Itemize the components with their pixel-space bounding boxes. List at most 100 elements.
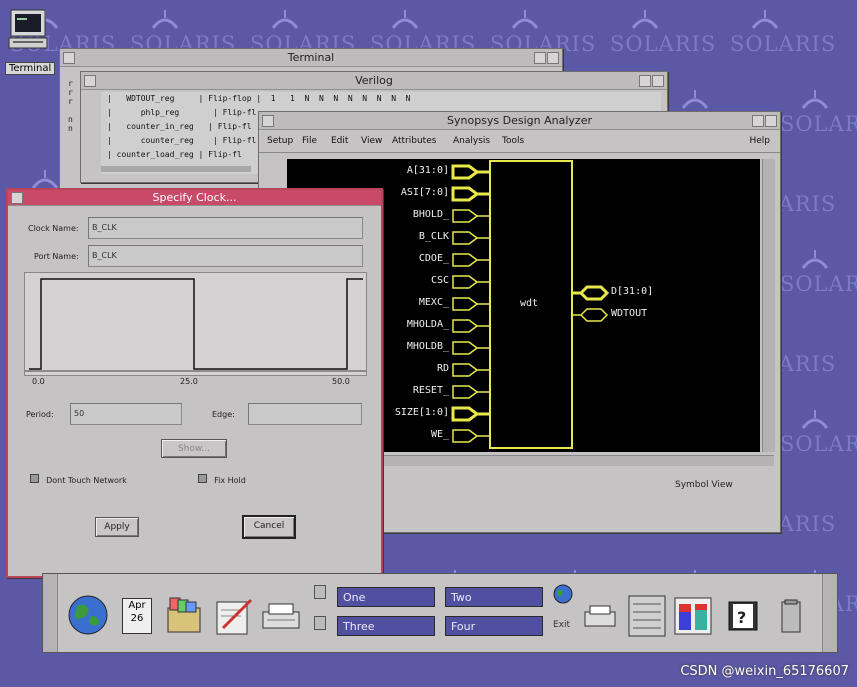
- cancel-button[interactable]: Cancel: [242, 515, 296, 539]
- menu-setup[interactable]: Setup: [267, 136, 293, 146]
- input-port-12[interactable]: [452, 429, 490, 443]
- vertical-scrollbar[interactable]: [762, 159, 775, 452]
- menu-file[interactable]: File: [302, 136, 317, 146]
- show-button[interactable]: Show...: [161, 439, 227, 458]
- menu-help[interactable]: Help: [749, 136, 770, 146]
- text-editor-icon[interactable]: [213, 594, 255, 638]
- window-menu-button[interactable]: [84, 75, 96, 87]
- output-port-0[interactable]: [572, 285, 610, 301]
- input-port-label: A[31:0]: [406, 165, 449, 176]
- input-port-11[interactable]: [451, 406, 490, 422]
- output-port-1[interactable]: [572, 308, 609, 322]
- performance-meter-icon[interactable]: [673, 596, 713, 636]
- verilog-titlebar[interactable]: Verilog: [81, 72, 667, 90]
- input-port-label: SIZE[1:0]: [394, 407, 449, 418]
- workspace-two-button[interactable]: Two: [445, 587, 543, 607]
- input-port-3[interactable]: [452, 231, 490, 245]
- menu-edit[interactable]: Edit: [331, 136, 348, 146]
- wallpaper-sun-mark: [801, 90, 829, 109]
- terminal-icon-label: Terminal: [5, 62, 56, 75]
- input-port-1[interactable]: [451, 186, 490, 202]
- input-port-label: MHOLDA_: [406, 319, 449, 330]
- specify-clock-titlebar[interactable]: Specify Clock...: [8, 190, 381, 206]
- input-port-8[interactable]: [452, 341, 490, 355]
- wallpaper-sun-mark: [31, 170, 59, 189]
- maximize-button[interactable]: [765, 115, 777, 127]
- edge-field[interactable]: [248, 403, 362, 425]
- window-menu-button[interactable]: [262, 115, 274, 127]
- printer-manager-icon[interactable]: [583, 604, 617, 632]
- specify-clock-dialog[interactable]: Specify Clock... Clock Name: B_CLK Port …: [6, 188, 383, 578]
- minimize-button[interactable]: [752, 115, 764, 127]
- tick-label-start: 0.0: [32, 377, 45, 386]
- apply-button[interactable]: Apply: [95, 517, 139, 537]
- input-port-10[interactable]: [452, 385, 490, 399]
- maximize-button[interactable]: [547, 52, 559, 64]
- help-icon[interactable]: ?: [725, 598, 761, 634]
- horizontal-scrollbar[interactable]: [101, 166, 251, 172]
- workspace-three-button[interactable]: Three: [337, 616, 435, 636]
- wallpaper-sun-mark: [631, 10, 659, 29]
- trash-icon[interactable]: [779, 598, 803, 634]
- wallpaper-sun-mark: [801, 410, 829, 429]
- maximize-button[interactable]: [652, 75, 664, 87]
- panel-right-handle[interactable]: [822, 574, 837, 652]
- input-port-9[interactable]: [452, 363, 490, 377]
- waveform-area[interactable]: [24, 272, 367, 376]
- edge-label: Edge:: [212, 410, 235, 419]
- dont-touch-label: Dont Touch Network: [46, 476, 127, 485]
- symbol-view-label: Symbol View: [675, 480, 733, 490]
- dont-touch-checkbox[interactable]: Dont Touch Network: [30, 468, 127, 487]
- file-manager-icon[interactable]: [164, 594, 204, 636]
- input-port-5[interactable]: [452, 275, 490, 289]
- fix-hold-checkbox[interactable]: Fix Hold: [198, 468, 246, 487]
- workspace-one-button[interactable]: One: [337, 587, 435, 607]
- calendar-month: Apr: [128, 600, 146, 611]
- design-analyzer-titlebar[interactable]: Synopsys Design Analyzer: [259, 112, 780, 130]
- clock-name-label: Clock Name:: [28, 224, 79, 233]
- exit-button[interactable]: Exit: [553, 620, 570, 630]
- period-field[interactable]: 50: [70, 403, 182, 425]
- window-menu-button[interactable]: [63, 52, 75, 64]
- wallpaper-logo-text: SOLARIS: [780, 272, 857, 296]
- terminal-titlebar[interactable]: Terminal: [60, 49, 562, 67]
- input-port-label: CSC: [430, 275, 449, 286]
- input-port-7[interactable]: [452, 319, 490, 333]
- output-port-label: WDTOUT: [611, 308, 648, 319]
- input-port-2[interactable]: [452, 209, 490, 223]
- terminal-desktop-icon[interactable]: Terminal: [5, 6, 56, 76]
- input-port-label: CDOE_: [418, 253, 449, 264]
- list-item: | counter_in_reg | Flip-fl: [107, 122, 252, 131]
- port-name-field[interactable]: B_CLK: [88, 245, 363, 267]
- input-port-label: RESET_: [412, 385, 449, 396]
- menu-attributes[interactable]: Attributes: [392, 136, 436, 146]
- input-port-label: RD: [436, 363, 449, 374]
- clock-name-field[interactable]: B_CLK: [88, 217, 363, 239]
- globe-icon[interactable]: [67, 594, 109, 636]
- wallpaper-sun-mark: [391, 10, 419, 29]
- printer-icon[interactable]: [261, 602, 301, 632]
- window-menu-button[interactable]: [11, 192, 23, 204]
- input-port-6[interactable]: [452, 297, 490, 311]
- input-port-label: BHOLD_: [412, 209, 449, 220]
- input-port-0[interactable]: [451, 164, 490, 180]
- workspace-four-button[interactable]: Four: [445, 616, 543, 636]
- svg-text:?: ?: [737, 608, 746, 627]
- panel-exit-icon[interactable]: [314, 616, 326, 630]
- panel-lock-icon[interactable]: [314, 585, 326, 599]
- calendar-icon[interactable]: Apr 26: [122, 598, 152, 634]
- panel-left-handle[interactable]: [43, 574, 58, 652]
- menu-analysis[interactable]: Analysis: [453, 136, 490, 146]
- terminal-title: Terminal: [287, 51, 335, 64]
- style-manager-icon[interactable]: [627, 594, 667, 638]
- input-port-label: MHOLDB_: [406, 341, 449, 352]
- terminal-text: rrr nn: [68, 79, 73, 133]
- input-port-4[interactable]: [452, 253, 490, 267]
- menu-view[interactable]: View: [361, 136, 382, 146]
- port-name-label: Port Name:: [34, 252, 79, 261]
- list-item: | counter_load_reg | Flip-fl: [107, 150, 242, 159]
- minimize-button[interactable]: [639, 75, 651, 87]
- menu-tools[interactable]: Tools: [502, 136, 524, 146]
- wallpaper-sun-mark: [751, 10, 779, 29]
- minimize-button[interactable]: [534, 52, 546, 64]
